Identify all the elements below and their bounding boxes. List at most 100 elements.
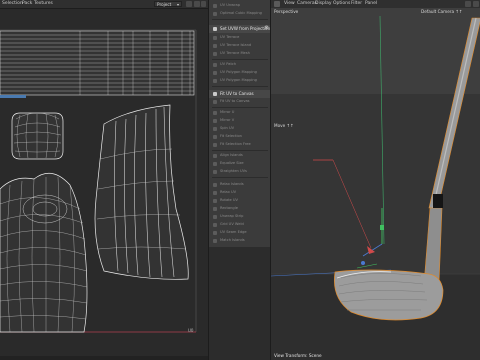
menu-selection[interactable]: Selection bbox=[2, 0, 23, 8]
tool-icon bbox=[213, 214, 217, 219]
menu-cameras[interactable]: Cameras bbox=[297, 0, 317, 8]
tool-separator bbox=[212, 107, 268, 108]
tool-item[interactable]: Rotate UV bbox=[209, 197, 271, 205]
viewport-scene bbox=[271, 8, 480, 360]
viewport-layout-icon[interactable] bbox=[274, 1, 280, 7]
tool-icon bbox=[213, 190, 217, 195]
uv-layout: U0 bbox=[0, 29, 197, 333]
view-options-icon[interactable] bbox=[194, 1, 200, 7]
tool-label: UV Terrace bbox=[220, 35, 240, 39]
tool-label: Relax UV bbox=[220, 190, 237, 194]
expand-icon[interactable] bbox=[201, 1, 206, 7]
menu-pack[interactable]: Pack bbox=[22, 0, 32, 8]
tool-label: Rectangle bbox=[220, 206, 238, 210]
viewport-maximize-icon[interactable] bbox=[465, 1, 471, 7]
tool-icon bbox=[213, 70, 217, 75]
3d-viewport[interactable]: Perspective Default Camera ↑↑ Move ↑↑ Vi… bbox=[270, 8, 480, 360]
tool-icon bbox=[213, 43, 217, 48]
tool-item[interactable]: Fit Selection Free bbox=[209, 141, 271, 149]
tool-item[interactable]: Equalize Size bbox=[209, 160, 271, 168]
uv-island-face bbox=[94, 104, 189, 280]
tool-icon bbox=[213, 230, 217, 235]
uv-canvas[interactable]: U0 bbox=[0, 9, 208, 360]
tool-item-set-uvw-from-projection[interactable]: Set UVW from Projection ⚙ bbox=[209, 25, 271, 33]
viewport-status: View Transform: Scene bbox=[274, 353, 322, 358]
menu-display[interactable]: Display bbox=[315, 0, 332, 8]
uv-scrollbar[interactable] bbox=[0, 356, 208, 360]
tool-label: UV Polygon Mapping bbox=[220, 78, 257, 82]
tool-item[interactable]: UV Unwrap bbox=[209, 2, 271, 10]
tool-icon bbox=[213, 26, 217, 31]
tool-label: UV Polygon Mapping bbox=[220, 70, 257, 74]
tool-icon bbox=[213, 3, 217, 8]
tool-item[interactable]: Straighten UVs bbox=[209, 168, 271, 176]
tool-label: UV Unwrap bbox=[220, 3, 241, 7]
tool-item[interactable]: UV Terrace Island bbox=[209, 42, 271, 50]
tool-icon bbox=[213, 142, 217, 147]
camera-suffix: ↑↑ bbox=[455, 9, 463, 14]
camera-name: Default Camera bbox=[421, 9, 455, 14]
tool-label: Spin UV bbox=[220, 126, 235, 130]
uv-island-square bbox=[11, 112, 64, 160]
tool-item[interactable]: Mirror V bbox=[209, 117, 271, 125]
tool-label: Optimal Cubic Mapping bbox=[220, 11, 262, 15]
texture-dropdown-value: Project bbox=[157, 2, 172, 7]
tool-separator bbox=[212, 59, 268, 60]
tool-icon bbox=[213, 198, 217, 203]
menu-view[interactable]: View bbox=[284, 0, 295, 8]
tool-item[interactable]: Mirror U bbox=[209, 109, 271, 117]
tool-label: Match Islands bbox=[220, 238, 245, 242]
move-tool-label: Move ↑↑ bbox=[274, 123, 294, 128]
tool-item[interactable]: Relax Islands bbox=[209, 181, 271, 189]
texture-dropdown[interactable]: Project bbox=[154, 1, 182, 8]
tool-icon bbox=[213, 62, 217, 67]
tool-item[interactable]: Fit Selection bbox=[209, 133, 271, 141]
tool-item[interactable]: UV Polygon Mapping bbox=[209, 69, 271, 77]
tool-item[interactable]: UV Polygon Mapping bbox=[209, 77, 271, 85]
tool-item-fit-uv-to-canvas[interactable]: Fit UV to Canvas bbox=[209, 90, 271, 98]
uv-island-sole bbox=[0, 172, 88, 333]
tool-icon bbox=[213, 134, 217, 139]
grid-icon[interactable] bbox=[186, 1, 192, 7]
tool-icon bbox=[213, 161, 217, 166]
tool-label: Unwrap Strip bbox=[220, 214, 244, 218]
tool-item[interactable]: Relax UV bbox=[209, 189, 271, 197]
tool-item[interactable]: UV Seam Edge bbox=[209, 229, 271, 237]
menu-filter[interactable]: Filter bbox=[351, 0, 362, 8]
tool-item[interactable]: Optimal Cubic Mapping bbox=[209, 10, 271, 18]
tool-icon bbox=[213, 35, 217, 40]
tool-item[interactable]: Align Islands bbox=[209, 152, 271, 160]
viewport-close-icon[interactable] bbox=[473, 1, 479, 7]
tool-label: UV Seam Edge bbox=[220, 230, 247, 234]
tool-item[interactable]: UV Patch bbox=[209, 61, 271, 69]
tool-icon bbox=[213, 51, 217, 56]
gear-icon[interactable]: ⚙ bbox=[265, 25, 269, 33]
tool-item[interactable]: UV Terrace bbox=[209, 34, 271, 42]
menu-textures[interactable]: Textures bbox=[34, 0, 53, 8]
tool-item[interactable]: Spin UV bbox=[209, 125, 271, 133]
tool-item[interactable]: Unwrap Strip bbox=[209, 213, 271, 221]
menu-options[interactable]: Options bbox=[333, 0, 350, 8]
tool-item[interactable]: Rectangle bbox=[209, 205, 271, 213]
menu-panel[interactable]: Panel bbox=[365, 0, 377, 8]
tool-icon bbox=[213, 153, 217, 158]
tool-label: Fit UV to Canvas bbox=[220, 91, 254, 96]
tool-icon bbox=[213, 126, 217, 131]
uv-axis-label: U0 bbox=[188, 328, 194, 333]
tool-label: Align Islands bbox=[220, 153, 243, 157]
tool-item[interactable]: Fit UV to Canvas bbox=[209, 98, 271, 106]
tool-icon bbox=[213, 118, 217, 123]
tool-item[interactable]: Grid UV Weld bbox=[209, 221, 271, 229]
tool-item[interactable]: UV Terrace Mesh bbox=[209, 50, 271, 58]
tool-icon bbox=[213, 11, 217, 16]
tool-icon bbox=[213, 206, 217, 211]
tool-label: Equalize Size bbox=[220, 161, 244, 165]
tool-separator bbox=[212, 150, 268, 151]
tool-icon bbox=[213, 78, 217, 83]
tool-item[interactable]: Match Islands bbox=[209, 237, 271, 245]
viewport-camera-name: Default Camera ↑↑ bbox=[421, 9, 462, 14]
tool-icon bbox=[213, 91, 217, 96]
tool-label: Mirror V bbox=[220, 118, 235, 122]
viewport-view-name: Perspective bbox=[274, 9, 299, 14]
tool-label: UV Terrace Island bbox=[220, 43, 252, 47]
